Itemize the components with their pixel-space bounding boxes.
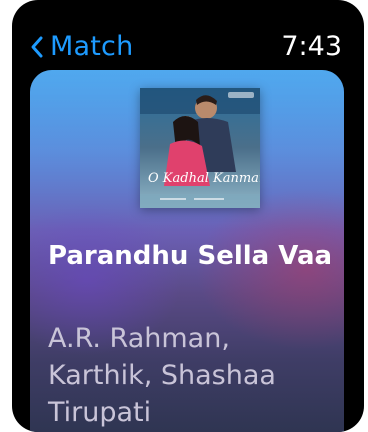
- artist-names: A.R. Rahman, Karthik, Shashaa Tirupati: [48, 323, 276, 428]
- clock: 7:43: [281, 31, 342, 62]
- album-art: O Kadhal Kanmani: [140, 88, 260, 208]
- back-button[interactable]: Match: [30, 28, 133, 66]
- back-button-label: Match: [50, 31, 134, 62]
- chevron-left-icon: [31, 36, 43, 58]
- now-playing-card[interactable]: O Kadhal Kanmani Parandhu Sella Vaa A.R.…: [30, 70, 344, 432]
- song-title: Parandhu Sella Vaa: [48, 241, 333, 271]
- album-art-title: O Kadhal Kanmani: [148, 171, 260, 186]
- watch-screen: Match 7:43 O Kadhal Kanmani Parandhu Sel…: [12, 0, 364, 432]
- album-art-image: O Kadhal Kanmani: [140, 88, 260, 208]
- status-bar: Match 7:43: [12, 28, 364, 66]
